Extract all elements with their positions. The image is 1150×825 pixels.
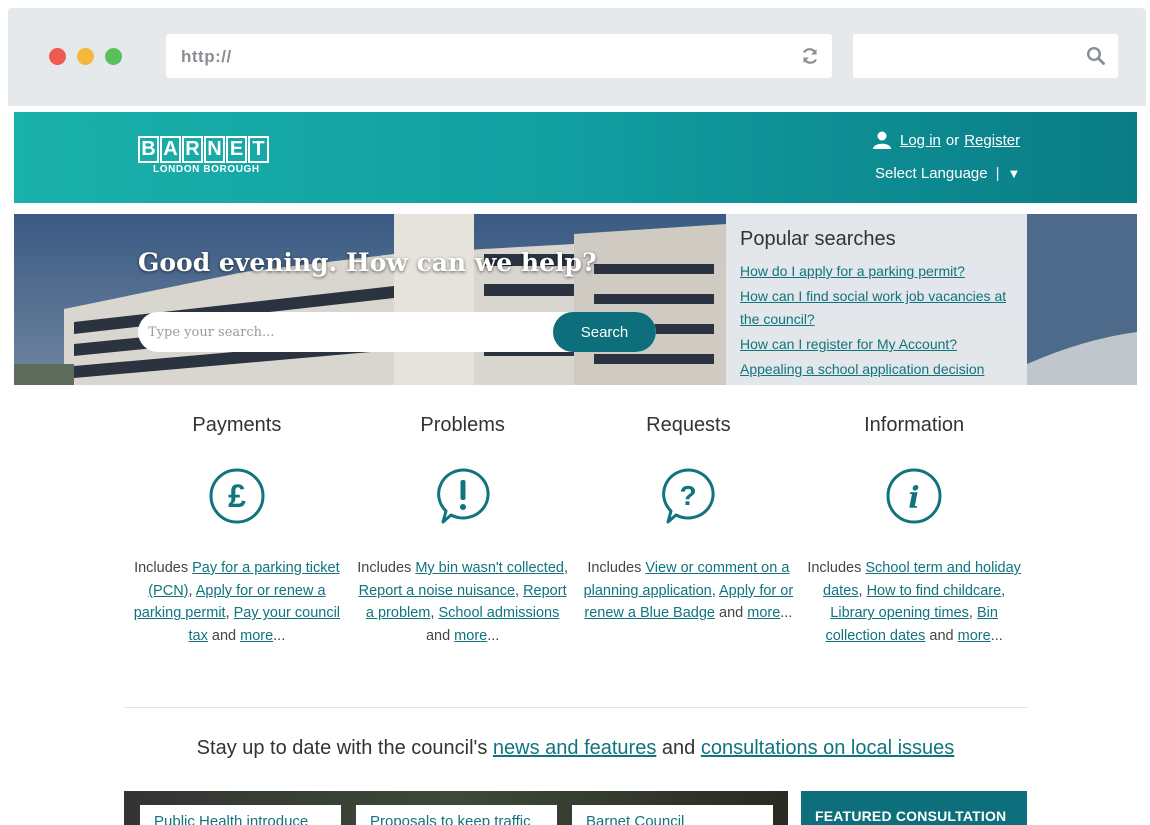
news-card[interactable]: Public Health introduce (140, 805, 341, 825)
category-payments: Payments £ Includes Pay for a parking ti… (124, 414, 350, 648)
category-link[interactable]: Library opening times (830, 605, 969, 621)
search-icon[interactable] (1086, 46, 1106, 66)
category-problems: Problems Includes My bin wasn't collecte… (350, 414, 576, 648)
chevron-down-icon: ▼ (1007, 166, 1021, 181)
maximize-window-button[interactable] (105, 48, 122, 65)
includes-text: Includes (807, 560, 862, 576)
ellipsis-text: ... (990, 628, 1003, 645)
featured-consultation[interactable]: FEATURED CONSULTATION (801, 791, 1027, 825)
popular-search-link[interactable]: Appealing a school application decision (740, 358, 1013, 381)
popular-search-link[interactable]: How can I register for My Account? (740, 333, 1013, 356)
logo-letter: A (160, 136, 181, 163)
and-text: and (719, 605, 744, 622)
and-text: and (661, 737, 696, 759)
logo-subtitle: LONDON BOROUGH (153, 164, 260, 175)
pound-icon[interactable]: £ (208, 467, 266, 525)
stay-text: Stay up to date with the council's (196, 737, 488, 759)
browser-chrome: http:// (8, 8, 1146, 106)
hero-banner: Good evening. How can we help? Search Po… (14, 214, 1137, 385)
barnet-logo[interactable]: BARNET LONDON BOROUGH (138, 136, 270, 175)
reload-icon[interactable] (800, 46, 820, 66)
logo-letter: E (226, 136, 247, 163)
ellipsis-text: ... (780, 605, 793, 622)
news-card-title: Public Health introduce (154, 813, 309, 825)
news-card[interactable]: Barnet Council (572, 805, 773, 825)
includes-text: Includes (134, 560, 189, 576)
register-link[interactable]: Register (964, 132, 1020, 149)
and-text: and (929, 628, 954, 645)
news-features-link[interactable]: news and features (493, 737, 656, 759)
logo-letter: N (204, 136, 225, 163)
category-link[interactable]: How to find childcare (867, 583, 1002, 599)
popular-searches-panel: Popular searches How do I apply for a pa… (726, 214, 1027, 385)
svg-text:£: £ (228, 478, 246, 514)
category-title: Problems (420, 414, 505, 436)
popular-search-link[interactable]: How can I find social work job vacancies… (740, 285, 1013, 331)
category-link[interactable]: School admissions (438, 605, 559, 621)
popular-search-link[interactable]: How do I apply for a parking permit? (740, 260, 1013, 283)
svg-text:?: ? (680, 480, 697, 511)
category-title: Payments (192, 414, 282, 436)
minimize-window-button[interactable] (77, 48, 94, 65)
news-card-title: Proposals to keep traffic (370, 813, 531, 825)
browser-search-bar[interactable] (853, 34, 1118, 78)
featured-consultation-label: FEATURED CONSULTATION (815, 808, 1007, 824)
logo-letter: T (248, 136, 269, 163)
category-link[interactable]: Report a noise nuisance (359, 583, 515, 599)
includes-text: Includes (587, 560, 642, 576)
ellipsis-text: ... (487, 628, 500, 645)
category-link[interactable]: My bin wasn't collected (415, 560, 564, 576)
category-information: Information i Includes School term and h… (801, 414, 1027, 648)
ellipsis-text: ... (273, 628, 286, 645)
news-card[interactable]: Proposals to keep traffic (356, 805, 557, 825)
and-text: and (211, 628, 237, 645)
exclamation-icon[interactable] (434, 467, 492, 525)
site-search-input[interactable] (138, 312, 558, 352)
consultations-link[interactable]: consultations on local issues (701, 737, 954, 759)
or-text: or (945, 131, 960, 149)
service-categories: Payments £ Includes Pay for a parking ti… (124, 414, 1027, 648)
hero-greeting: Good evening. How can we help? (138, 248, 597, 277)
more-link[interactable]: more (958, 628, 991, 644)
address-bar[interactable]: http:// (166, 34, 832, 78)
more-link[interactable]: more (454, 628, 487, 644)
includes-text: Includes (357, 560, 412, 576)
user-icon (873, 131, 891, 149)
hero-search-box: Search (138, 312, 656, 352)
category-title: Information (864, 414, 965, 436)
category-requests: Requests ? Includes View or comment on a… (576, 414, 802, 648)
address-text: http:// (181, 47, 232, 66)
question-icon[interactable]: ? (659, 467, 717, 525)
and-text: and (425, 628, 451, 645)
popular-searches-title: Popular searches (740, 228, 896, 250)
login-area: Log in or Register (872, 130, 1020, 150)
news-carousel: Public Health introduce Proposals to kee… (124, 791, 788, 825)
logo-letter: R (182, 136, 203, 163)
language-selector[interactable]: Select Language | ▼ (875, 165, 1020, 182)
svg-text:i: i (908, 481, 919, 516)
more-link[interactable]: more (240, 628, 273, 644)
news-card-title: Barnet Council (586, 813, 685, 825)
search-button[interactable]: Search (553, 312, 656, 352)
stay-up-to-date: Stay up to date with the council's news … (124, 737, 1027, 760)
login-link[interactable]: Log in (900, 132, 941, 149)
site-header: BARNET LONDON BOROUGH Log in or Register… (14, 112, 1137, 203)
language-label: Select Language (875, 165, 988, 182)
section-divider (124, 707, 1027, 708)
close-window-button[interactable] (49, 48, 66, 65)
logo-letter: B (138, 136, 159, 163)
info-icon[interactable]: i (885, 467, 943, 525)
more-link[interactable]: more (747, 605, 780, 621)
language-separator: | (995, 165, 1000, 182)
category-title: Requests (646, 414, 731, 436)
